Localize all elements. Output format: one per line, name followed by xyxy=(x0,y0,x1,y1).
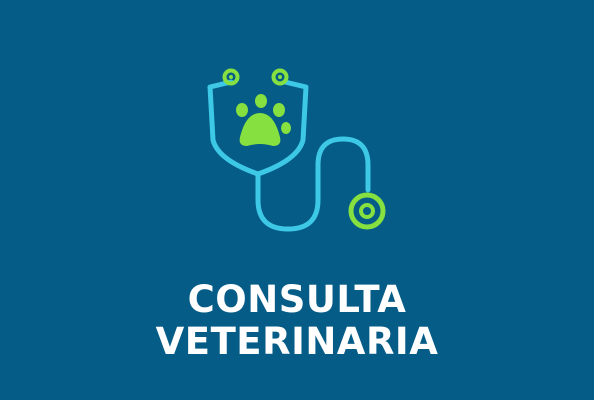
title-line-1: CONSULTA xyxy=(187,278,407,321)
title-line-2: VETERINARIA xyxy=(155,320,439,363)
earpiece-left-dot xyxy=(229,75,233,79)
service-card[interactable]: CONSULTA VETERINARIA xyxy=(0,0,594,400)
earpiece-right-dot xyxy=(278,75,282,79)
stethoscope-paw-icon xyxy=(0,0,594,260)
chestpiece-outer xyxy=(348,192,386,230)
chestpiece-inner xyxy=(359,203,375,219)
paw-icon xyxy=(236,94,291,146)
